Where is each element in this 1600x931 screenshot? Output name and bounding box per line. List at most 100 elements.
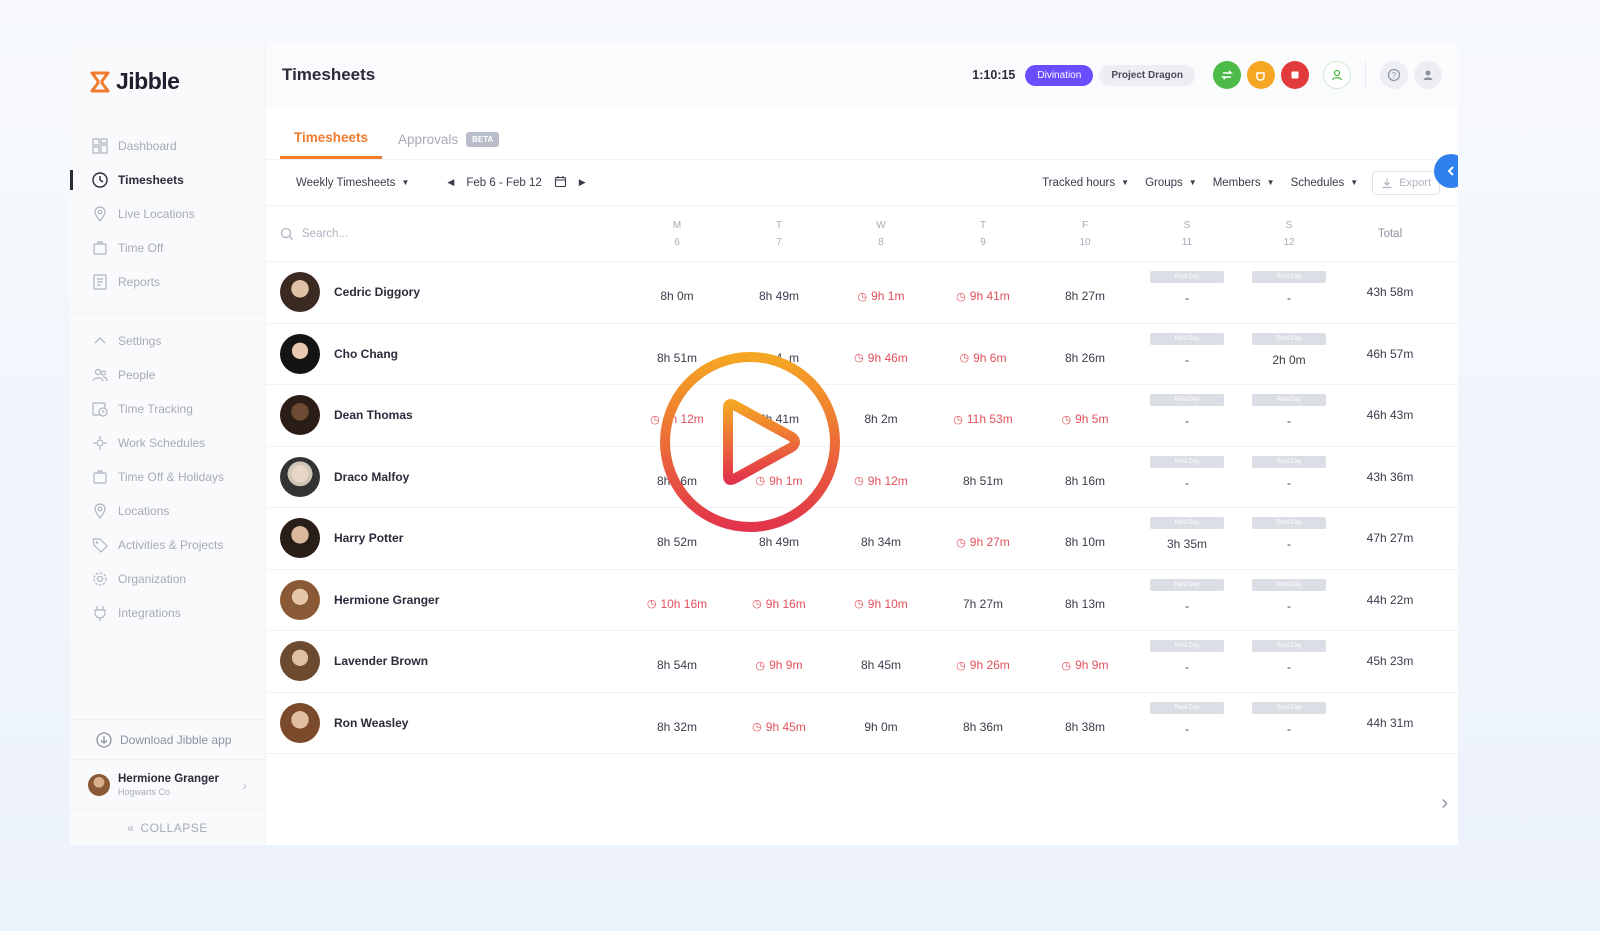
day-cell[interactable]: Rest Day - <box>1238 262 1340 323</box>
day-cell[interactable]: Rest Day - <box>1136 631 1238 692</box>
switch-activity-button[interactable] <box>1213 61 1241 89</box>
filter-tracked-hours[interactable]: Tracked hours ▼ <box>1042 177 1129 189</box>
day-cell[interactable]: Rest Day - <box>1238 570 1340 631</box>
day-cell[interactable]: Rest Day 2h 0m <box>1238 324 1340 385</box>
day-cell[interactable]: Rest Day - <box>1238 693 1340 754</box>
tab-timesheets[interactable]: Timesheets <box>280 130 383 159</box>
settings-item-settings[interactable]: Settings <box>70 324 265 358</box>
sidebar-item-live-locations[interactable]: Live Locations <box>70 197 265 231</box>
overtime-cell[interactable]: 9h 16m <box>728 570 830 631</box>
filter-schedules[interactable]: Schedules ▼ <box>1291 177 1359 189</box>
settings-item-time-off-holidays[interactable]: Time Off & Holidays <box>70 460 265 494</box>
date-range[interactable]: Feb 6 - Feb 12 <box>466 177 541 189</box>
day-cell[interactable]: 8h 13m <box>1034 570 1136 631</box>
overtime-cell[interactable]: 9h 27m <box>932 508 1034 569</box>
overtime-cell[interactable]: 9h 1m <box>830 262 932 323</box>
day-cell[interactable]: 8h 38m <box>1034 693 1136 754</box>
download-app-link[interactable]: Download Jibble app <box>70 719 265 759</box>
settings-item-work-schedules[interactable]: Work Schedules <box>70 426 265 460</box>
day-cell[interactable]: 8h 2m <box>830 385 932 446</box>
user-profile[interactable]: Hermione Granger Hogwarts Co › <box>70 759 265 809</box>
sidebar-item-dashboard[interactable]: Dashboard <box>70 129 265 163</box>
overtime-cell[interactable]: 9h 9m <box>1034 631 1136 692</box>
member-cell[interactable]: Ron Weasley <box>266 702 626 743</box>
overtime-cell[interactable]: 11h 53m <box>932 385 1034 446</box>
table-row[interactable]: Dean Thomas 9h 12m8h 41m8h 2m11h 53m9h 5… <box>266 385 1458 447</box>
view-select[interactable]: Weekly Timesheets ▼ <box>296 177 409 189</box>
member-cell[interactable]: Hermione Granger <box>266 579 626 620</box>
table-row[interactable]: Cho Chang 8h 51m8h 4_m9h 46m9h 6m8h 26m … <box>266 324 1458 385</box>
day-cell[interactable]: 8h 10m <box>1034 508 1136 569</box>
play-video-button[interactable] <box>656 348 844 536</box>
day-cell[interactable]: 9h 0m <box>830 693 932 754</box>
table-row[interactable]: Draco Malfoy 8h 16m9h 1m9h 12m8h 51m8h 1… <box>266 447 1458 508</box>
filter-members[interactable]: Members ▼ <box>1213 177 1275 189</box>
settings-item-organization[interactable]: Organization <box>70 562 265 596</box>
project-pill[interactable]: Project Dragon <box>1099 64 1195 86</box>
sidebar-item-time-off[interactable]: Time Off <box>70 231 265 265</box>
break-button[interactable] <box>1247 61 1275 89</box>
collapse-sidebar-button[interactable]: « COLLAPSE <box>70 809 265 845</box>
day-cell[interactable]: 8h 49m <box>728 262 830 323</box>
sidebar-item-timesheets[interactable]: Timesheets <box>70 163 265 197</box>
day-cell[interactable]: Rest Day - <box>1136 570 1238 631</box>
account-menu-button[interactable] <box>1414 61 1442 89</box>
day-cell[interactable]: 8h 32m <box>626 693 728 754</box>
settings-item-time-tracking[interactable]: Time Tracking <box>70 392 265 426</box>
day-cell[interactable]: 8h 51m <box>932 447 1034 508</box>
chevron-right-icon[interactable]: › <box>1441 792 1448 815</box>
overtime-cell[interactable]: 9h 45m <box>728 693 830 754</box>
table-row[interactable]: Ron Weasley 8h 32m9h 45m9h 0m8h 36m8h 38… <box>266 693 1458 754</box>
brand-logo[interactable]: Jibble <box>70 42 265 129</box>
filter-groups[interactable]: Groups ▼ <box>1145 177 1197 189</box>
day-cell[interactable]: 7h 27m <box>932 570 1034 631</box>
day-cell[interactable]: Rest Day - <box>1136 693 1238 754</box>
day-cell[interactable]: Rest Day - <box>1136 447 1238 508</box>
tab-approvals[interactable]: Approvals BETA <box>398 132 500 159</box>
overtime-cell[interactable]: 9h 10m <box>830 570 932 631</box>
day-cell[interactable]: 8h 54m <box>626 631 728 692</box>
next-week-button[interactable]: ▶ <box>579 177 586 188</box>
day-cell[interactable]: 8h 27m <box>1034 262 1136 323</box>
day-cell[interactable]: 8h 36m <box>932 693 1034 754</box>
member-cell[interactable]: Dean Thomas <box>266 395 626 436</box>
day-cell[interactable]: 8h 16m <box>1034 447 1136 508</box>
sidebar-item-reports[interactable]: Reports <box>70 265 265 299</box>
settings-item-locations[interactable]: Locations <box>70 494 265 528</box>
day-cell[interactable]: Rest Day - <box>1136 385 1238 446</box>
search-input[interactable] <box>302 227 502 240</box>
settings-item-integrations[interactable]: Integrations <box>70 596 265 630</box>
day-cell[interactable]: 8h 34m <box>830 508 932 569</box>
day-cell[interactable]: Rest Day - <box>1238 447 1340 508</box>
member-cell[interactable]: Cho Chang <box>266 333 626 374</box>
day-cell[interactable]: Rest Day - <box>1136 324 1238 385</box>
table-row[interactable]: Lavender Brown 8h 54m9h 9m8h 45m9h 26m9h… <box>266 631 1458 693</box>
settings-item-people[interactable]: People <box>70 358 265 392</box>
member-cell[interactable]: Harry Potter <box>266 518 626 559</box>
overtime-cell[interactable]: 9h 12m <box>830 447 932 508</box>
clock-in-status-button[interactable] <box>1323 61 1351 89</box>
member-cell[interactable]: Draco Malfoy <box>266 456 626 497</box>
export-button[interactable]: Export <box>1372 170 1440 195</box>
member-cell[interactable]: Cedric Diggory <box>266 272 626 313</box>
overtime-cell[interactable]: 9h 46m <box>830 324 932 385</box>
prev-week-button[interactable]: ◀ <box>447 177 454 188</box>
day-cell[interactable]: 8h 26m <box>1034 324 1136 385</box>
help-button[interactable]: ? <box>1380 61 1408 89</box>
overtime-cell[interactable]: 9h 6m <box>932 324 1034 385</box>
calendar-icon[interactable] <box>554 175 567 191</box>
activity-pill[interactable]: Divination <box>1025 64 1094 86</box>
day-cell[interactable]: 8h 0m <box>626 262 728 323</box>
table-row[interactable]: Hermione Granger 10h 16m9h 16m9h 10m7h 2… <box>266 570 1458 631</box>
member-cell[interactable]: Lavender Brown <box>266 641 626 682</box>
overtime-cell[interactable]: 9h 26m <box>932 631 1034 692</box>
overtime-cell[interactable]: 9h 9m <box>728 631 830 692</box>
day-cell[interactable]: Rest Day 3h 35m <box>1136 508 1238 569</box>
settings-item-activities-projects[interactable]: Activities & Projects <box>70 528 265 562</box>
day-cell[interactable]: Rest Day - <box>1238 508 1340 569</box>
day-cell[interactable]: Rest Day - <box>1238 385 1340 446</box>
overtime-cell[interactable]: 9h 5m <box>1034 385 1136 446</box>
day-cell[interactable]: Rest Day - <box>1136 262 1238 323</box>
overtime-cell[interactable]: 10h 16m <box>626 570 728 631</box>
day-cell[interactable]: 8h 45m <box>830 631 932 692</box>
